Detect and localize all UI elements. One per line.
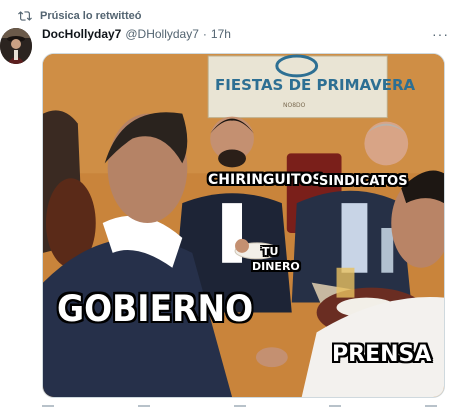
like-icon[interactable] — [233, 405, 246, 415]
meme-label-dinero: DINERO — [252, 260, 300, 273]
more-options-button[interactable]: ··· — [432, 27, 449, 41]
tweet-media-image[interactable]: FIESTAS DE PRIMAVERA NO8DO CHIRINGUITOS … — [42, 53, 445, 398]
meme-label-tu: TU — [262, 245, 279, 258]
avatar[interactable] — [0, 28, 32, 64]
retweet-icon — [18, 11, 32, 21]
retweet-action-icon[interactable] — [137, 405, 150, 415]
meme-label-chiringuitos: CHIRINGUITOS — [208, 172, 323, 188]
retweet-text: Prúsica lo retwitteó — [40, 10, 142, 22]
author-display-name[interactable]: DocHollyday7 — [42, 27, 121, 41]
author-handle[interactable]: @DHollyday7 — [125, 27, 199, 41]
tweet-action-bar — [42, 405, 437, 415]
share-icon[interactable] — [425, 405, 437, 415]
meme-label-sindicatos: SINDICATOS — [319, 174, 408, 189]
meme-label-gobierno: GOBIERNO — [57, 286, 254, 330]
meme-label-prensa: PRENSA — [332, 342, 432, 367]
poster-subtitle: NO8DO — [283, 102, 306, 109]
separator-dot: · — [202, 27, 207, 41]
reply-icon[interactable] — [42, 405, 54, 415]
retweet-indicator[interactable]: Prúsica lo retwitteó — [18, 8, 141, 24]
tweet-timestamp[interactable]: 17h — [211, 27, 231, 41]
views-icon[interactable] — [329, 405, 342, 415]
tweet-header: DocHollyday7 @DHollyday7 · 17h ··· — [42, 26, 449, 42]
poster-title: FIESTAS DE PRIMAVERA — [215, 76, 416, 94]
